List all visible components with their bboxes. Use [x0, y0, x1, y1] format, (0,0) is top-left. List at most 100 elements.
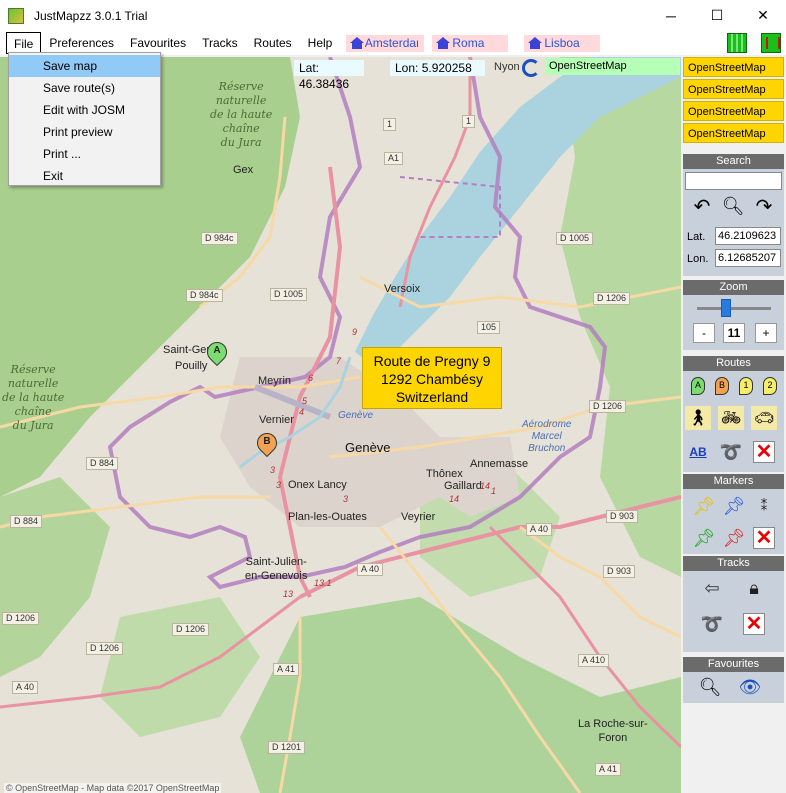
map-label-versoix: Versoix [384, 283, 421, 295]
aerodrome-line: Bruchon [528, 443, 566, 454]
blue-marker-icon[interactable]: 📌︎ [721, 494, 747, 518]
road-shield: D 1206 [86, 642, 124, 655]
layer-button-4[interactable]: OpenStreetMap [683, 123, 784, 143]
map-label-saint-julien: Saint-Julien- en-Genevois [245, 555, 307, 583]
route-marker-a[interactable]: A [202, 337, 232, 370]
minimize-button[interactable]: ─ [648, 0, 694, 31]
menu-file[interactable]: File [6, 32, 42, 54]
quick-fav-label: Roma [452, 35, 485, 50]
road-shield: D 1005 [270, 288, 308, 301]
walk-mode-icon[interactable]: 🚶︎ [685, 406, 711, 430]
car-mode-icon[interactable]: 🚗︎ [751, 406, 777, 430]
delete-marker-icon[interactable]: ✕ [751, 526, 777, 550]
bike-mode-icon[interactable]: 🚲︎ [718, 406, 744, 430]
reserve-line: chaîne [222, 122, 260, 135]
routes-header: Routes [683, 356, 784, 371]
quick-fav-lisboa[interactable]: Lisboa [524, 34, 601, 52]
address-info-box: Route de Pregny 9 1292 Chambésy Switzerl… [362, 347, 502, 409]
reserve-line: naturelle [215, 94, 267, 107]
menu-favourites[interactable]: Favourites [122, 32, 194, 54]
add-marker-icon[interactable]: 📌︎ [691, 494, 717, 518]
map-label-plan-les-ouates: Plan-les-Ouates [288, 511, 367, 523]
side-panel: OpenStreetMap OpenStreetMap OpenStreetMa… [681, 57, 786, 793]
layer-button-3[interactable]: OpenStreetMap [683, 101, 784, 121]
undo-icon[interactable]: ↶ [689, 194, 715, 218]
menu-tracks[interactable]: Tracks [194, 32, 246, 54]
zoom-in-button[interactable]: + [755, 323, 777, 343]
menu-item-edit-josm[interactable]: Edit with JOSM [9, 99, 160, 121]
eye-icon[interactable]: 👁︎ [737, 675, 763, 699]
search-lon-label: Lon. [687, 253, 709, 265]
reserve-line: Réserve [218, 80, 264, 93]
reserve-line: chaîne [14, 405, 52, 418]
route-pin-2[interactable]: 2 [757, 374, 783, 398]
menu-item-print[interactable]: Print ... [9, 143, 160, 165]
green-marker-icon[interactable]: 📌︎ [691, 526, 717, 550]
house-icon [350, 37, 365, 49]
menu-item-save-map[interactable]: Save map [9, 55, 160, 77]
quick-fav-roma[interactable]: Roma [432, 34, 509, 52]
menu-routes[interactable]: Routes [246, 32, 300, 54]
track-arrow-icon[interactable]: ⇦ [699, 576, 725, 600]
route-path-icon[interactable]: ➰ [718, 440, 744, 464]
track-path-icon[interactable]: ➰ [699, 612, 725, 636]
route-pin-b[interactable]: B [709, 374, 735, 398]
road-shield: D 984c [201, 232, 238, 245]
map-label-gaillard: Gaillard [444, 480, 482, 492]
search-icon[interactable]: 🔍︎ [720, 194, 746, 218]
search-header: Search [683, 154, 784, 169]
address-line: 1292 Chambésy [381, 371, 483, 387]
lock-icon[interactable]: 🔒︎ [741, 576, 767, 600]
reserve-line: Réserve [10, 363, 56, 376]
close-button[interactable]: ✕ [740, 0, 786, 31]
menu-item-print-preview[interactable]: Print preview [9, 121, 160, 143]
reserve-line: du Jura [220, 136, 262, 149]
search-input[interactable] [685, 172, 782, 190]
menu-preferences[interactable]: Preferences [41, 32, 122, 54]
la-roche-line: La Roche-sur- [578, 718, 648, 730]
layer-button-1[interactable]: OpenStreetMap [683, 57, 784, 77]
zoom-out-button[interactable]: - [693, 323, 715, 343]
road-shield: A 41 [595, 763, 622, 776]
delete-track-icon[interactable]: ✕ [741, 612, 767, 636]
maximize-button[interactable]: ☐ [694, 0, 740, 31]
route-marker-b[interactable]: B [252, 428, 282, 461]
exit-number: 9 [352, 327, 358, 337]
road-shield: D 884 [10, 515, 43, 528]
menu-item-exit[interactable]: Exit [9, 165, 160, 187]
zoom-slider-thumb[interactable] [721, 299, 731, 317]
menu-help[interactable]: Help [300, 32, 341, 54]
reserve-line: naturelle [7, 377, 59, 390]
exit-number: 6 [308, 373, 314, 383]
search-lat-field[interactable]: 46.2109623 [715, 227, 781, 245]
red-marker-icon[interactable]: 📌︎ [721, 526, 747, 550]
map-label-onex-lancy: Onex Lancy [288, 479, 347, 491]
menu-item-save-routes[interactable]: Save route(s) [9, 77, 160, 99]
marker-letter: B [263, 436, 271, 447]
favourites-search-icon[interactable]: 🔍︎ [697, 675, 723, 699]
route-pin-a[interactable]: A [685, 374, 711, 398]
favourites-header: Favourites [683, 657, 784, 672]
address-line: Switzerland [395, 389, 469, 405]
window-title: JustMapzz 3.0.1 Trial [34, 8, 148, 23]
marker-list-icon[interactable]: ⁑ [751, 494, 777, 518]
delete-route-icon[interactable]: ✕ [751, 440, 777, 464]
redo-icon[interactable]: ↷ [751, 194, 777, 218]
road-shield: D 884 [86, 457, 119, 470]
markers-section: Markers 📌︎ 📌︎ ⁑ 📌︎ 📌︎ ✕ [683, 474, 784, 554]
map-attribution: © OpenStreetMap - Map data ©2017 OpenStr… [4, 783, 222, 793]
quick-fav-amsterdam[interactable]: Amsterdam [346, 34, 425, 52]
house-icon [528, 37, 543, 49]
search-lon-field[interactable]: 6.12685207 [715, 249, 781, 267]
map-label-thonex: Thônex [426, 468, 463, 480]
layer-button-2[interactable]: OpenStreetMap [683, 79, 784, 99]
app-icon [8, 7, 24, 24]
exit-number: 3 [276, 480, 282, 490]
fullscreen-icon[interactable] [761, 33, 781, 53]
grid-toggle-icon[interactable] [727, 33, 747, 53]
route-pin-1[interactable]: 1 [733, 374, 759, 398]
swap-ab-icon[interactable]: AB [685, 440, 711, 464]
refresh-icon[interactable] [522, 59, 540, 77]
exit-number: 14 [480, 481, 491, 491]
house-icon [436, 37, 451, 49]
